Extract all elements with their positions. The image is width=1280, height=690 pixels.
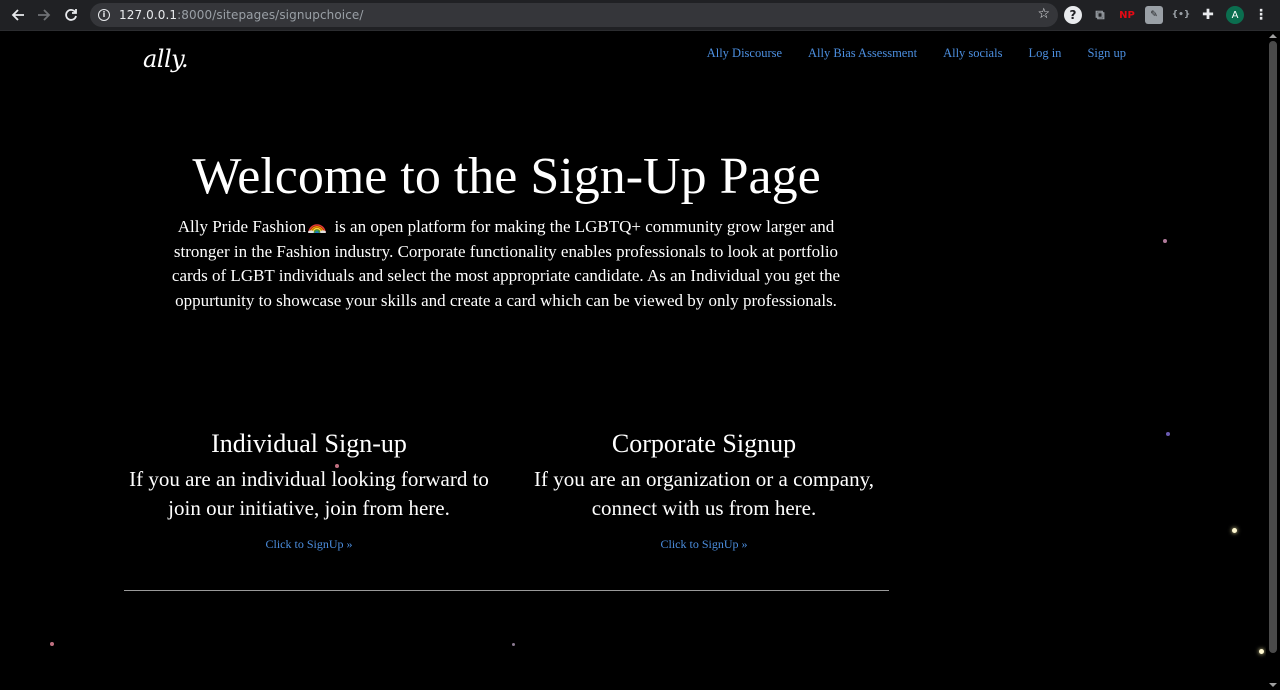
more-menu-icon[interactable]: ⋮ xyxy=(1254,7,1268,23)
back-button[interactable] xyxy=(5,2,31,28)
site-logo[interactable]: ally. xyxy=(143,45,189,73)
copy-extension-icon[interactable]: ⧉ xyxy=(1091,6,1109,24)
rainbow-icon xyxy=(308,224,327,233)
browser-toolbar: i 127.0.0.1:8000/sitepages/signupchoice/… xyxy=(0,0,1280,31)
reload-icon xyxy=(65,9,77,21)
profile-avatar[interactable]: A xyxy=(1226,6,1244,24)
hero-text-brand: Ally Pride Fashion xyxy=(177,217,307,236)
nav-log-in[interactable]: Log in xyxy=(1028,46,1061,61)
individual-signup-title: Individual Sign-up xyxy=(211,429,407,458)
nav-ally-bias-assessment[interactable]: Ally Bias Assessment xyxy=(808,46,917,61)
particle-dot xyxy=(512,643,515,646)
arrow-right-icon xyxy=(38,9,51,21)
site-info-icon[interactable]: i xyxy=(98,9,110,21)
particle-dot xyxy=(1232,528,1237,533)
corporate-signup-text: If you are an organization or a company,… xyxy=(534,467,874,520)
extensions-bar: ? ⧉ NP ✎ {•} ✚ A ⋮ xyxy=(1064,4,1268,26)
individual-signup-section: Individual Sign-up If you are an individ… xyxy=(119,429,499,553)
url-text: 127.0.0.1:8000/sitepages/signupchoice/ xyxy=(119,8,364,22)
nav-ally-socials[interactable]: Ally socials xyxy=(943,46,1002,61)
np-extension-icon[interactable]: NP xyxy=(1118,6,1136,24)
particle-dot xyxy=(1259,649,1264,654)
puzzle-extensions-icon[interactable]: ✚ xyxy=(1199,6,1217,24)
forward-button[interactable] xyxy=(31,2,57,28)
individual-signup-link[interactable]: Click to SignUp » xyxy=(265,537,352,552)
particle-dot xyxy=(1163,239,1167,243)
corporate-signup-title: Corporate Signup xyxy=(611,429,797,458)
address-bar[interactable]: i 127.0.0.1:8000/sitepages/signupchoice/… xyxy=(90,3,1058,27)
arrow-left-icon xyxy=(11,9,24,21)
page-title: Welcome to the Sign-Up Page xyxy=(192,148,821,205)
grey-extension-icon[interactable]: ✎ xyxy=(1145,6,1163,24)
scroll-up-icon[interactable] xyxy=(1269,34,1277,38)
section-divider xyxy=(124,590,889,591)
particle-dot xyxy=(1166,432,1170,436)
page-scrollbar[interactable] xyxy=(1266,31,1280,690)
nav-sign-up[interactable]: Sign up xyxy=(1087,46,1126,61)
particle-dot xyxy=(335,464,339,468)
scroll-thumb[interactable] xyxy=(1269,41,1277,653)
hero-description: Ally Pride Fashion is an open platform f… xyxy=(154,215,858,314)
corporate-signup-link[interactable]: Click to SignUp » xyxy=(660,537,747,552)
corporate-signup-section: Corporate Signup If you are an organizat… xyxy=(514,429,894,553)
scroll-down-icon[interactable] xyxy=(1269,683,1277,687)
help-extension-icon[interactable]: ? xyxy=(1064,6,1082,24)
page-viewport: ally. Ally Discourse Ally Bias Assessmen… xyxy=(0,31,1266,690)
bookmark-star-icon[interactable]: ☆ xyxy=(1037,6,1050,22)
site-nav: Ally Discourse Ally Bias Assessment Ally… xyxy=(707,46,1126,61)
particle-dot xyxy=(50,642,54,646)
nav-ally-discourse[interactable]: Ally Discourse xyxy=(707,46,782,61)
reload-button[interactable] xyxy=(58,2,84,28)
braces-extension-icon[interactable]: {•} xyxy=(1172,6,1191,24)
individual-signup-text: If you are an individual looking forward… xyxy=(129,467,489,520)
